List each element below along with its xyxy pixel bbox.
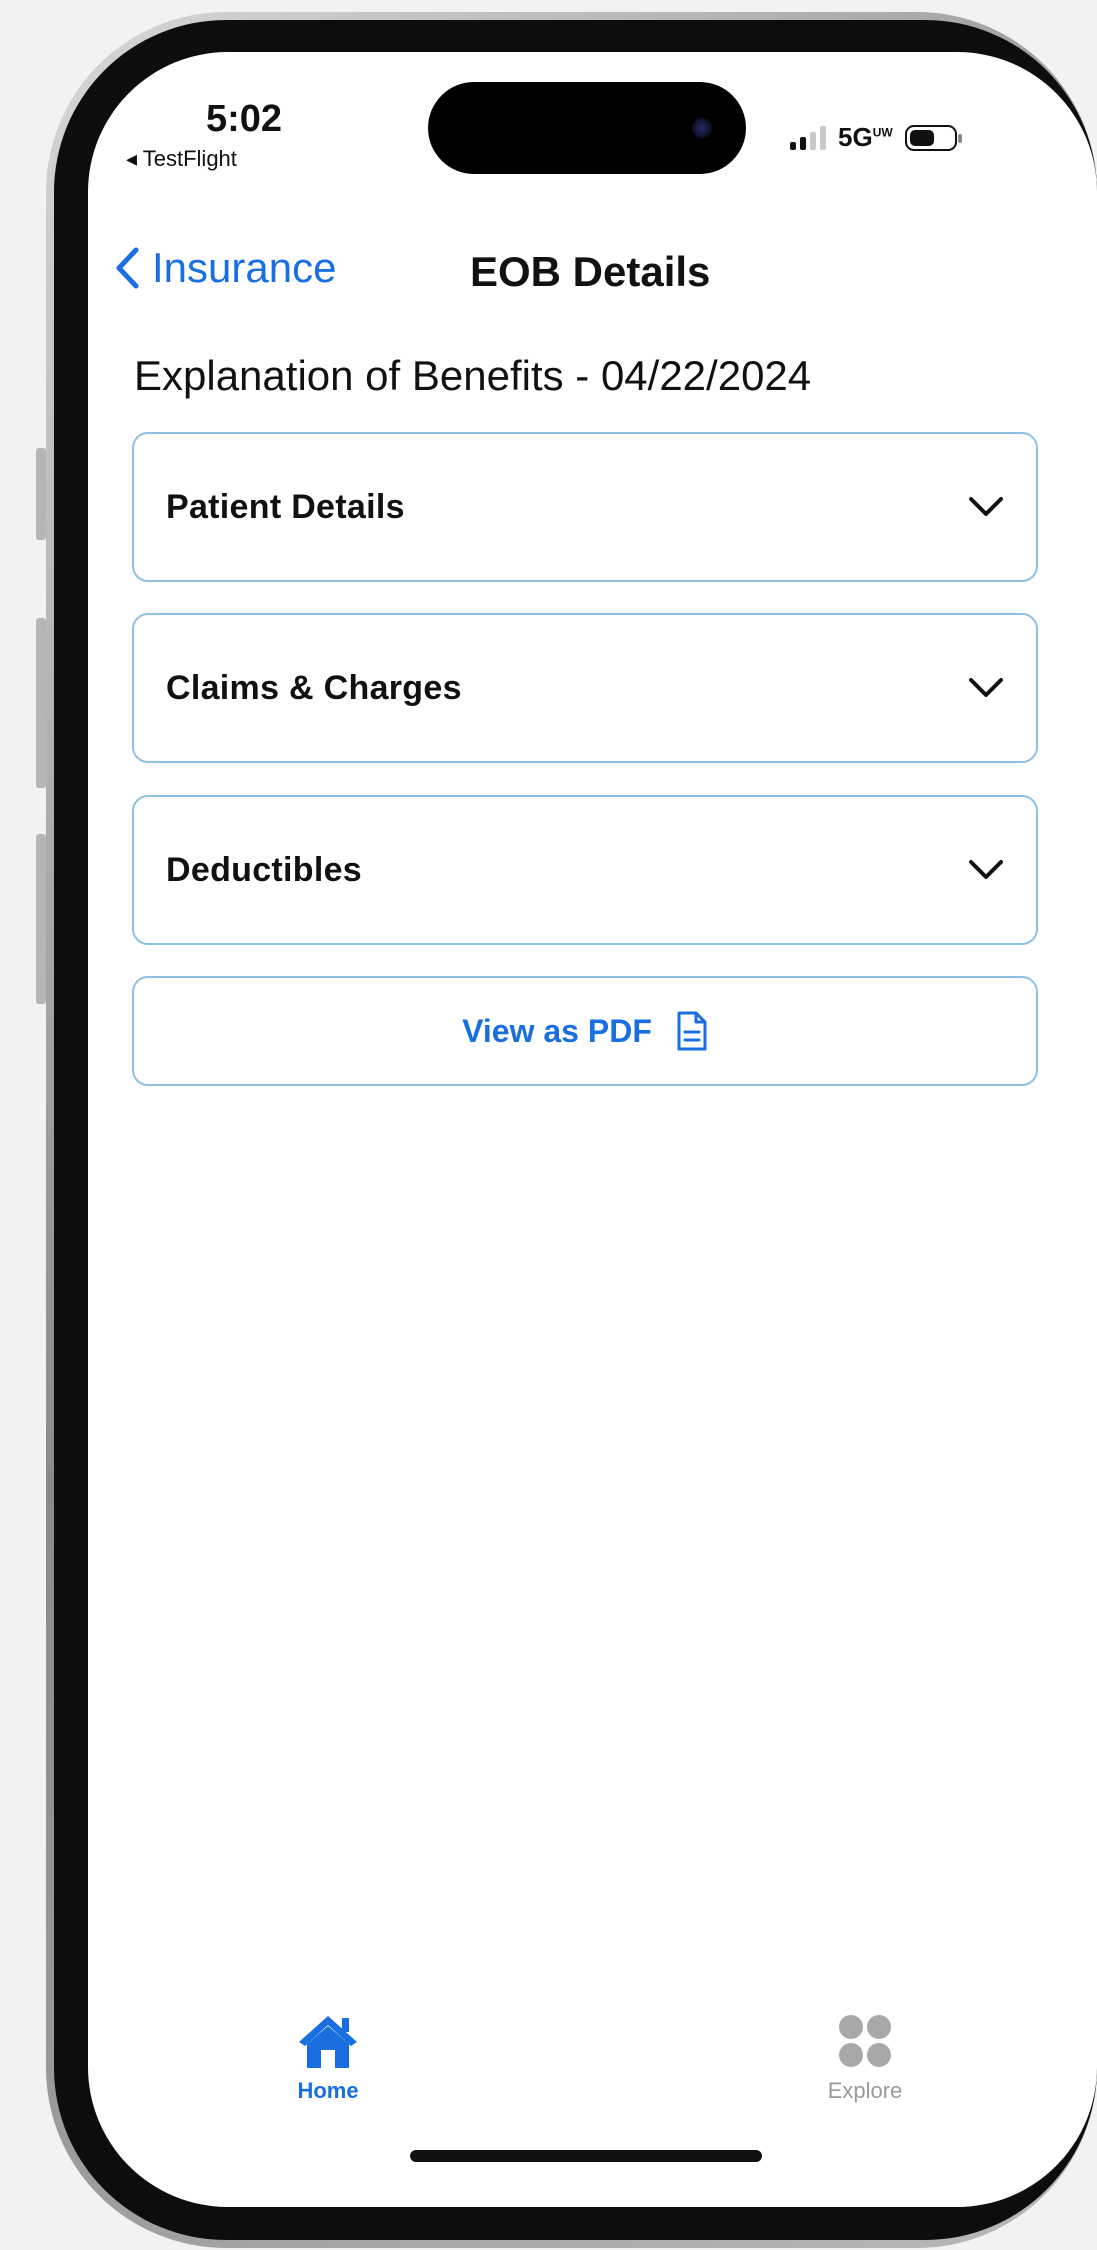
tab-home-label: Home xyxy=(297,2078,359,2103)
tab-explore-label: Explore xyxy=(827,2078,903,2103)
status-time: 5:02 xyxy=(206,98,283,140)
navigation-bar: Insurance EOB Details xyxy=(88,232,1097,312)
chevron-down-icon xyxy=(969,497,1003,516)
phone-screen: 5:02 ◂ TestFlight 5GUW Insurance EOB Det… xyxy=(88,52,1097,2207)
network-superscript: UW xyxy=(872,125,893,140)
home-icon xyxy=(299,2016,357,2068)
tab-explore[interactable]: Explore xyxy=(790,2012,940,2104)
chevron-left-icon xyxy=(116,247,139,289)
back-button-label: Insurance xyxy=(152,244,337,291)
network-label: 5GUW xyxy=(838,122,893,153)
section-label: Deductibles xyxy=(166,850,363,889)
section-label: Claims & Charges xyxy=(166,668,462,707)
section-label: Patient Details xyxy=(166,487,405,526)
view-as-pdf-button[interactable]: View as PDF xyxy=(132,976,1038,1086)
claims-charges-section[interactable]: Claims & Charges xyxy=(132,613,1038,763)
chevron-down-icon xyxy=(969,678,1003,697)
page-title: EOB Details xyxy=(470,248,711,295)
battery-icon xyxy=(904,124,962,151)
eob-heading: Explanation of Benefits - 04/22/2024 xyxy=(134,352,812,399)
dynamic-island xyxy=(428,82,746,174)
patient-details-section[interactable]: Patient Details xyxy=(132,432,1038,582)
deductibles-section[interactable]: Deductibles xyxy=(132,795,1038,945)
volume-down-button xyxy=(36,834,46,1004)
document-icon xyxy=(677,1011,707,1051)
status-indicators: 5GUW xyxy=(790,122,962,153)
testflight-back-link[interactable]: ◂ TestFlight xyxy=(126,146,237,172)
chevron-down-icon xyxy=(969,860,1003,879)
tab-home[interactable]: Home xyxy=(258,2012,398,2104)
network-type: 5G xyxy=(838,122,873,152)
volume-up-button xyxy=(36,618,46,788)
action-button xyxy=(36,448,46,540)
signal-icon xyxy=(790,125,826,150)
camera-icon xyxy=(692,118,712,138)
grid-icon xyxy=(839,2015,891,2067)
back-button[interactable]: Insurance xyxy=(114,244,336,292)
home-indicator[interactable] xyxy=(410,2150,762,2162)
view-as-pdf-label: View as PDF xyxy=(462,1012,652,1049)
